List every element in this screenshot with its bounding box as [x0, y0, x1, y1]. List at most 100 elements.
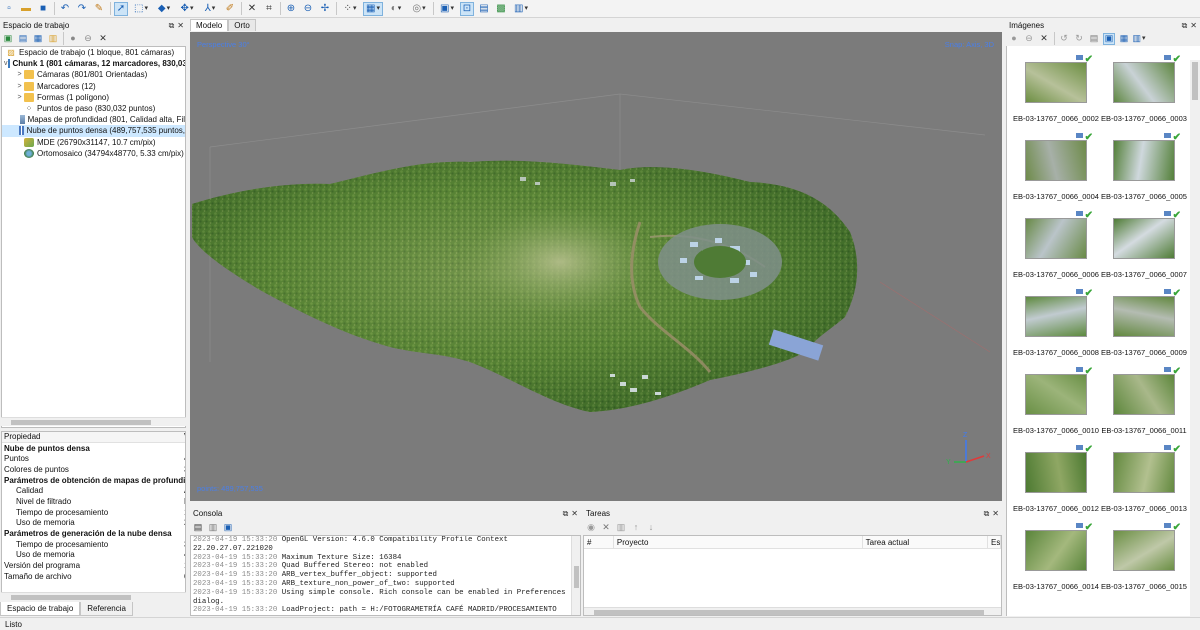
- tab-reference[interactable]: Referencia: [80, 602, 133, 616]
- image-thumbnail[interactable]: ✔ EB-03-13767_0066_0011: [1101, 366, 1187, 444]
- image-thumbnail[interactable]: ✔ EB-03-13767_0066_0009: [1101, 288, 1187, 366]
- crop-icon[interactable]: ⌗: [262, 2, 276, 16]
- ruler-icon[interactable]: ✥: [177, 2, 197, 16]
- column-header[interactable]: #: [584, 536, 614, 548]
- shape-icon[interactable]: ◆: [154, 2, 174, 16]
- disable-camera-icon[interactable]: ⊖: [1023, 33, 1035, 45]
- tree-item[interactable]: v Chunk 1 (801 cámaras, 12 marcadores, 83…: [2, 58, 185, 69]
- camera-icon[interactable]: ◎: [409, 2, 429, 16]
- property-row[interactable]: Puntos 4: [2, 453, 185, 464]
- tree-item[interactable]: MDE (26790x31147, 10.7 cm/pix): [2, 137, 185, 148]
- property-row[interactable]: Tiempo de procesamiento 1: [2, 507, 185, 518]
- tree-item[interactable]: Ortomosaico (34794x48770, 5.33 cm/pix): [2, 148, 185, 159]
- pause-icon[interactable]: ▥: [615, 522, 627, 534]
- clear-log-icon[interactable]: ▥: [207, 522, 219, 534]
- console-output[interactable]: 2023-04-19 15:33:20 OpenGL Version: 4.6.…: [190, 535, 581, 616]
- tab-workspace[interactable]: Espacio de trabajo: [0, 602, 81, 616]
- float-icon[interactable]: ⧉: [984, 509, 990, 519]
- image-thumbnail[interactable]: ✔ EB-03-13767_0066_0008: [1013, 288, 1099, 366]
- close-icon[interactable]: ✕: [1190, 21, 1197, 31]
- select-icon[interactable]: ⬚: [131, 2, 151, 16]
- delete-icon[interactable]: ✕: [245, 2, 259, 16]
- scrollbar-thumb[interactable]: [11, 420, 151, 425]
- start-icon[interactable]: ◉: [585, 522, 597, 534]
- add-folder-icon[interactable]: ▦: [32, 33, 44, 45]
- open-icon[interactable]: ▬: [19, 2, 33, 16]
- enable-icon[interactable]: ●: [67, 33, 79, 45]
- add-markers-icon[interactable]: ▥: [47, 33, 59, 45]
- property-row[interactable]: Parámetros de generación de la nube dens…: [2, 528, 185, 539]
- tree-item[interactable]: Mapas de profundidad (801, Calidad alta,…: [2, 114, 185, 125]
- move-down-icon[interactable]: ↓: [645, 522, 657, 534]
- expand-arrow-icon[interactable]: >: [15, 83, 24, 90]
- remove-icon[interactable]: ✕: [97, 33, 109, 45]
- column-header[interactable]: Tarea actual: [863, 536, 989, 548]
- properties-horizontal-scrollbar[interactable]: [1, 592, 186, 601]
- rotate-right-icon[interactable]: ↻: [1073, 33, 1085, 45]
- model-viewport[interactable]: Z X Y Perspective 30° Snap: Axis, 3D poi…: [190, 32, 1002, 501]
- property-row[interactable]: Versión del programa 1: [2, 560, 185, 571]
- model-icon[interactable]: ▤: [477, 2, 491, 16]
- details-icon[interactable]: ▤: [1088, 33, 1100, 45]
- pencil-icon[interactable]: ✐: [223, 2, 237, 16]
- value-column-header[interactable]: V: [184, 432, 185, 441]
- add-chunk-icon[interactable]: ▣: [2, 33, 14, 45]
- zoom-out-icon[interactable]: ⊖: [301, 2, 315, 16]
- expand-arrow-icon[interactable]: >: [15, 71, 24, 78]
- tree-item[interactable]: ▨ Espacio de trabajo (1 bloque, 801 cámar…: [2, 47, 185, 58]
- navigation-icon[interactable]: ➚: [114, 1, 128, 16]
- points-icon[interactable]: ⁘: [340, 2, 360, 16]
- tasks-horizontal-scrollbar[interactable]: [584, 607, 1001, 615]
- property-column-header[interactable]: Propiedad: [4, 432, 40, 441]
- large-icons-icon[interactable]: ▣: [1103, 32, 1115, 45]
- enable-camera-icon[interactable]: ●: [1008, 33, 1020, 45]
- property-row[interactable]: Colores de puntos 3: [2, 464, 185, 475]
- edit-icon[interactable]: ✎: [92, 2, 106, 16]
- execute-script-icon[interactable]: ▣: [222, 522, 234, 534]
- images-scrollbar[interactable]: [1190, 60, 1200, 616]
- remove-task-icon[interactable]: ✕: [600, 522, 612, 534]
- tree-item[interactable]: ⁘ Puntos de paso (830,032 puntos): [2, 103, 185, 114]
- scrollbar-thumb[interactable]: [1192, 62, 1198, 100]
- expand-arrow-icon[interactable]: >: [15, 94, 24, 101]
- image-thumbnail[interactable]: ✔ EB-03-13767_0066_0005: [1101, 132, 1187, 210]
- close-icon[interactable]: ✕: [177, 21, 184, 31]
- scrollbar-thumb[interactable]: [594, 610, 984, 615]
- scrollbar-thumb[interactable]: [574, 566, 579, 588]
- float-icon[interactable]: ⧉: [169, 21, 175, 31]
- image-icon[interactable]: ▣: [437, 2, 457, 16]
- tree-item[interactable]: > Formas (1 polígono): [2, 92, 185, 103]
- light-icon[interactable]: ◐: [386, 2, 406, 16]
- remove-camera-icon[interactable]: ✕: [1038, 33, 1050, 45]
- property-row[interactable]: Parámetros de obtención de mapas de prof…: [2, 475, 185, 486]
- property-row[interactable]: Calidad A: [2, 485, 185, 496]
- image-thumbnail[interactable]: ✔ EB-03-13767_0066_0003: [1101, 54, 1187, 132]
- property-row[interactable]: Tamaño de archivo 6: [2, 571, 185, 582]
- grid-icon[interactable]: ▦: [363, 1, 383, 16]
- console-scrollbar[interactable]: [571, 536, 580, 615]
- cameras-toggle-icon[interactable]: ⊡: [460, 1, 474, 16]
- image-thumbnail[interactable]: ✔ EB-03-13767_0066_0004: [1013, 132, 1099, 210]
- undo-icon[interactable]: ↶: [58, 2, 72, 16]
- float-icon[interactable]: ⧉: [563, 509, 569, 519]
- property-row[interactable]: Tiempo de procesamiento 3: [2, 539, 185, 550]
- save-icon[interactable]: ■: [36, 2, 50, 16]
- redo-icon[interactable]: ↷: [75, 2, 89, 16]
- view-icon[interactable]: ▥: [511, 2, 531, 16]
- image-thumbnail[interactable]: ✔ EB-03-13767_0066_0013: [1101, 444, 1187, 522]
- close-icon[interactable]: ✕: [992, 509, 999, 519]
- property-row[interactable]: Uso de memoria 4: [2, 550, 185, 561]
- tab-model[interactable]: Modelo: [190, 19, 229, 31]
- image-thumbnail[interactable]: ✔ EB-03-13767_0066_0015: [1101, 522, 1187, 600]
- column-header[interactable]: Esta: [988, 536, 1001, 548]
- disable-icon[interactable]: ⊖: [82, 33, 94, 45]
- tree-item[interactable]: > Marcadores (12): [2, 81, 185, 92]
- save-log-icon[interactable]: ▤: [192, 522, 204, 534]
- tab-ortho[interactable]: Orto: [228, 19, 256, 31]
- property-row[interactable]: Nivel de filtrado M: [2, 496, 185, 507]
- tree-item[interactable]: > Cámaras (801/801 Orientadas): [2, 69, 185, 80]
- scrollbar-thumb[interactable]: [11, 595, 131, 600]
- new-icon[interactable]: ▫: [2, 2, 16, 16]
- move-icon[interactable]: ✢: [318, 2, 332, 16]
- image-thumbnail[interactable]: ✔ EB-03-13767_0066_0007: [1101, 210, 1187, 288]
